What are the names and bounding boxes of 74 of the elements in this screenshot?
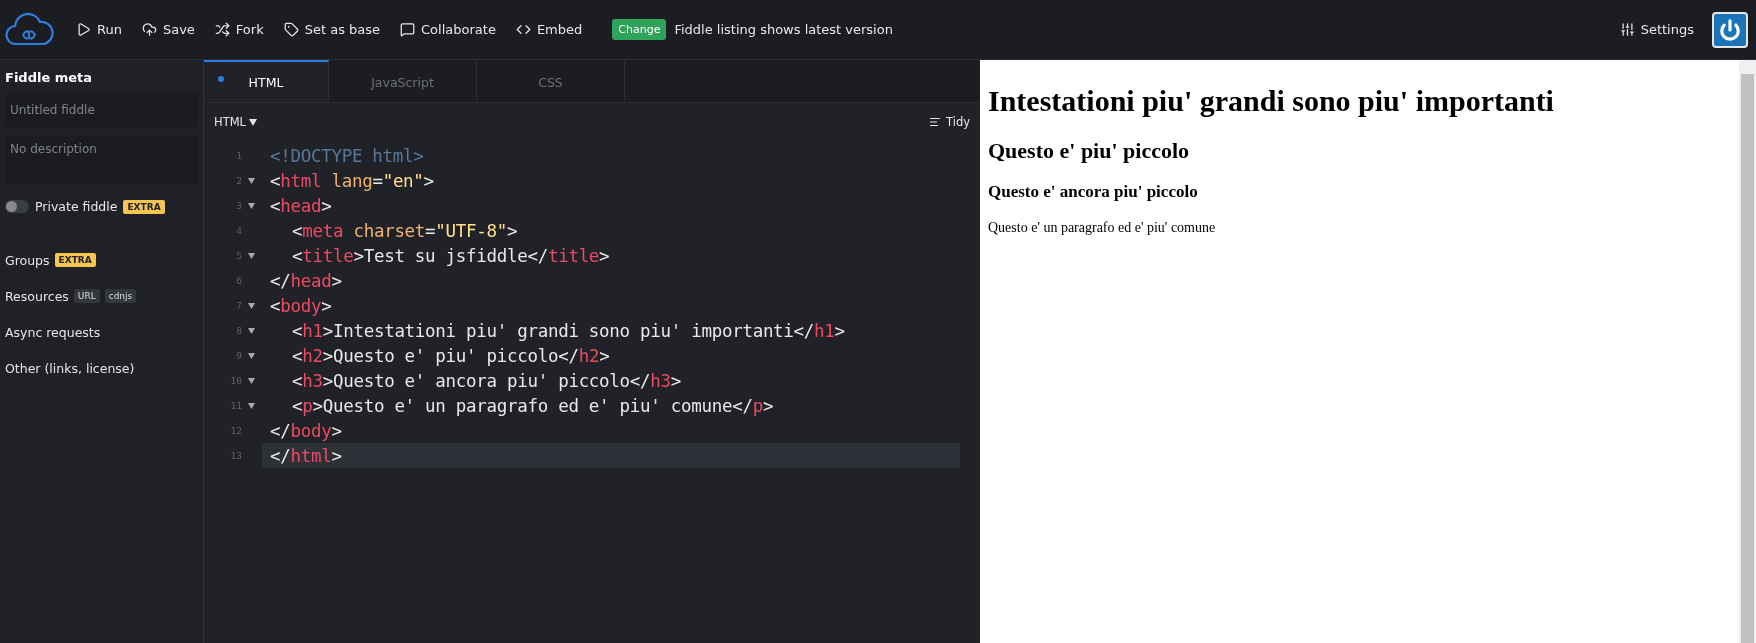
preview-paragraph: Questo e' un paragrafo ed e' piu' comune (988, 220, 1217, 236)
fold-arrow-icon[interactable] (248, 377, 255, 384)
fold-arrow-icon[interactable] (248, 352, 255, 359)
notice-text: Fiddle listing shows latest version (674, 22, 893, 37)
preview-heading: Intestationi piu' grandi sono piu' importanti (988, 84, 1555, 118)
line-number: 6 (235, 275, 242, 286)
fold-arrow-icon[interactable] (248, 202, 255, 209)
run-button[interactable]: Run (68, 18, 130, 41)
sliders-icon (1619, 22, 1635, 37)
code-text: </html> (262, 443, 960, 468)
play-icon (76, 22, 91, 37)
line-number: 7 (235, 300, 242, 311)
save-button[interactable]: Save (133, 18, 203, 41)
line-number: 1 (235, 150, 242, 161)
code-text: <meta charset="UTF-8"> (291, 219, 519, 243)
toggle-label: Private fiddle (35, 199, 118, 214)
sidebar-title: Fiddle meta (5, 70, 94, 85)
sidebar-link[interactable]: Async requests (5, 324, 101, 340)
resource-tag[interactable]: URL (73, 289, 100, 303)
lines-icon (929, 116, 941, 128)
extra-badge: EXTRA (123, 199, 165, 214)
code-text: <h2>Questo e' piu' piccolo</h2> (291, 344, 611, 368)
code-text: <title>Test su jsfiddle</title> (291, 244, 611, 268)
editor-tab[interactable]: HTML (204, 60, 329, 102)
language-dropdown[interactable]: HTML (214, 115, 257, 129)
preview-heading: Questo e' ancora piu' piccolo (988, 182, 1199, 202)
fold-arrow-icon[interactable] (248, 402, 255, 409)
code-icon (515, 22, 531, 37)
settings-button[interactable]: Settings (1611, 18, 1702, 41)
line-number: 3 (235, 200, 242, 211)
code-text: <!DOCTYPE html> (269, 144, 425, 168)
line-number: 5 (235, 250, 242, 261)
description-field[interactable]: No description (5, 135, 198, 185)
shuffle-icon (214, 22, 230, 37)
code-text: </head> (269, 269, 343, 293)
power-button[interactable] (1712, 11, 1748, 48)
speech-bubble-icon (400, 22, 416, 37)
line-number: 11 (229, 400, 242, 411)
fork-button[interactable]: Fork (206, 18, 272, 41)
tag-icon (283, 22, 299, 37)
code-text: <body> (269, 294, 333, 318)
change-badge: Change (612, 19, 667, 40)
line-number: 10 (229, 375, 242, 386)
resource-tag[interactable]: cdnjs (104, 289, 137, 303)
scrollbar-thumb[interactable] (1741, 74, 1754, 643)
line-number: 2 (235, 175, 242, 186)
line-number: 13 (229, 450, 242, 461)
sidebar-link[interactable]: Resources (5, 288, 69, 304)
code-text: </body> (269, 419, 343, 443)
sidebar-link[interactable]: Groups (5, 252, 50, 268)
base-button[interactable]: Set as base (275, 18, 389, 41)
fold-arrow-icon[interactable] (248, 252, 255, 259)
fold-arrow-icon[interactable] (248, 177, 255, 184)
tidy-button[interactable]: Tidy (929, 115, 970, 129)
title-field[interactable]: Untitled fiddle (5, 93, 198, 127)
line-number: 9 (235, 350, 242, 361)
preview-heading: Questo e' piu' piccolo (988, 138, 1191, 164)
code-text: <h1>Intestationi piu' grandi sono piu' importanti</h1> (291, 319, 846, 343)
fold-arrow-icon[interactable] (248, 327, 255, 334)
line-number: 12 (229, 425, 242, 436)
collaborate-button[interactable]: Collaborate (392, 18, 504, 41)
embed-button[interactable]: Embed (507, 18, 591, 41)
fold-arrow-icon[interactable] (248, 302, 255, 309)
code-text: <html lang="en"> (269, 169, 435, 193)
code-text: <p>Questo e' un paragrafo ed e' piu' comune</p> (291, 394, 775, 418)
line-number: 8 (235, 325, 242, 336)
cloud-upload-icon (141, 22, 157, 37)
code-text: <head> (269, 194, 333, 218)
power-icon (1719, 18, 1741, 41)
code-text: <h3>Questo e' ancora piu' piccolo</h3> (291, 369, 683, 393)
caret-icon (249, 118, 257, 126)
private-toggle[interactable] (5, 200, 29, 213)
sidebar-link[interactable]: Other (links, license) (5, 360, 135, 376)
extra-badge: EXTRA (54, 253, 96, 267)
